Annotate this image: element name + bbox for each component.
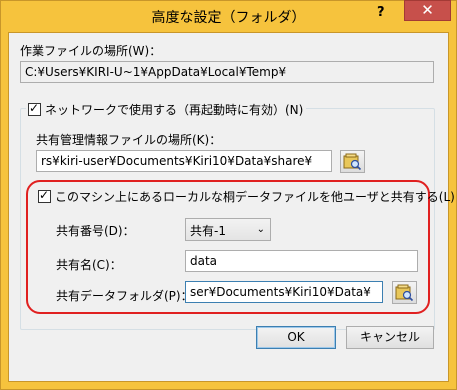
network-group-title: ネットワークで使用する（再起動時に有効）(N) xyxy=(26,101,307,118)
mgmt-file-label: 共有管理情報ファイルの場所(K)： xyxy=(36,133,222,147)
share-folder-browse-button[interactable] xyxy=(392,281,417,304)
help-icon[interactable]: ? xyxy=(377,5,385,20)
close-button[interactable]: ✕ xyxy=(404,0,451,21)
share-number-select[interactable]: 共有-1 ⌄ xyxy=(185,218,271,241)
cancel-button[interactable]: キャンセル xyxy=(346,326,434,349)
title-bar: 高度な設定（フォルダ） ? ✕ xyxy=(0,0,457,32)
share-number-label: 共有番号(D)： xyxy=(56,224,135,238)
mgmt-browse-button[interactable] xyxy=(340,150,365,173)
browse-folder-icon xyxy=(395,284,414,302)
share-checkbox[interactable] xyxy=(38,188,51,203)
share-checkbox-label[interactable]: このマシン上にあるローカルな桐データファイルを他ユーザと共有する(L) xyxy=(55,188,455,205)
browse-folder-icon xyxy=(343,153,362,171)
share-checkbox-row: このマシン上にあるローカルな桐データファイルを他ユーザと共有する(L) xyxy=(38,188,455,205)
workfile-label: 作業ファイルの場所(W)： xyxy=(20,44,162,58)
share-name-label: 共有名(C)： xyxy=(56,258,122,272)
chevron-down-icon: ⌄ xyxy=(256,224,265,235)
mgmt-file-field[interactable]: rs¥kiri-user¥Documents¥Kiri10¥Data¥share… xyxy=(36,150,332,172)
network-checkbox-label[interactable]: ネットワークで使用する（再起動時に有効）(N) xyxy=(45,101,303,118)
share-folder-field[interactable]: ser¥Documents¥Kiri10¥Data¥ xyxy=(185,281,383,303)
share-name-field[interactable]: data xyxy=(185,250,418,272)
share-folder-label: 共有データフォルダ(P)： xyxy=(56,289,193,303)
network-checkbox[interactable] xyxy=(28,101,41,116)
workfile-path-field[interactable]: C:¥Users¥KIRI-U~1¥AppData¥Local¥Temp¥ xyxy=(20,61,434,83)
window-title: 高度な設定（フォルダ） xyxy=(151,10,306,26)
ok-button[interactable]: OK xyxy=(256,326,336,349)
share-number-value: 共有-1 xyxy=(190,224,226,238)
